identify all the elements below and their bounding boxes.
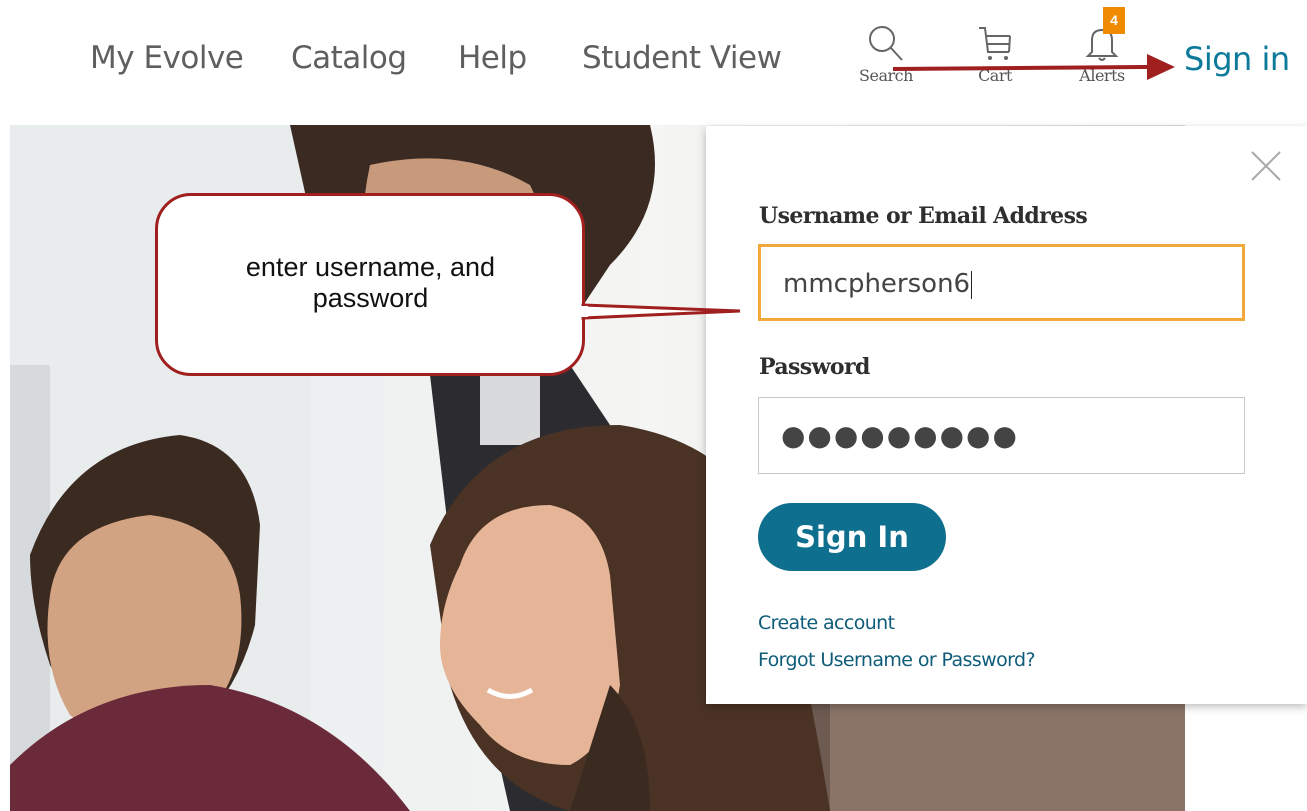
- cart-label: Cart: [978, 66, 1012, 85]
- username-label: Username or Email Address: [759, 203, 1088, 229]
- username-input[interactable]: mmcpherson6: [758, 244, 1245, 321]
- alerts-button[interactable]: Alerts: [1067, 22, 1137, 85]
- top-navigation: My Evolve Catalog Help Student View Sear…: [0, 0, 1307, 125]
- cart-icon: [979, 27, 1011, 60]
- alerts-label: Alerts: [1079, 66, 1125, 85]
- callout-text: enter username, and password: [245, 252, 496, 313]
- sign-in-link[interactable]: Sign in: [1184, 40, 1290, 78]
- create-account-link[interactable]: Create account: [758, 612, 895, 634]
- password-input[interactable]: ●●●●●●●●●: [758, 397, 1245, 474]
- close-button[interactable]: [1246, 146, 1286, 186]
- forgot-credentials-link[interactable]: Forgot Username or Password?: [758, 649, 1036, 671]
- username-value: mmcpherson6: [783, 269, 971, 299]
- sign-in-button[interactable]: Sign In: [758, 503, 946, 571]
- password-value: ●●●●●●●●●: [781, 419, 1019, 452]
- close-icon: [1251, 151, 1281, 181]
- nav-help[interactable]: Help: [458, 40, 527, 76]
- alerts-count-badge: 4: [1103, 7, 1125, 34]
- annotation-callout: enter username, and password: [155, 193, 585, 376]
- search-label: Search: [859, 66, 913, 85]
- sign-in-panel: Username or Email Address mmcpherson6 Pa…: [706, 126, 1307, 704]
- nav-student-view[interactable]: Student View: [582, 40, 782, 76]
- nav-my-evolve[interactable]: My Evolve: [90, 40, 244, 76]
- cart-button[interactable]: Cart: [960, 22, 1030, 85]
- search-button[interactable]: Search: [851, 22, 921, 85]
- nav-catalog[interactable]: Catalog: [291, 40, 407, 76]
- search-icon: [869, 26, 903, 61]
- password-label: Password: [759, 354, 870, 380]
- text-cursor: [971, 270, 973, 299]
